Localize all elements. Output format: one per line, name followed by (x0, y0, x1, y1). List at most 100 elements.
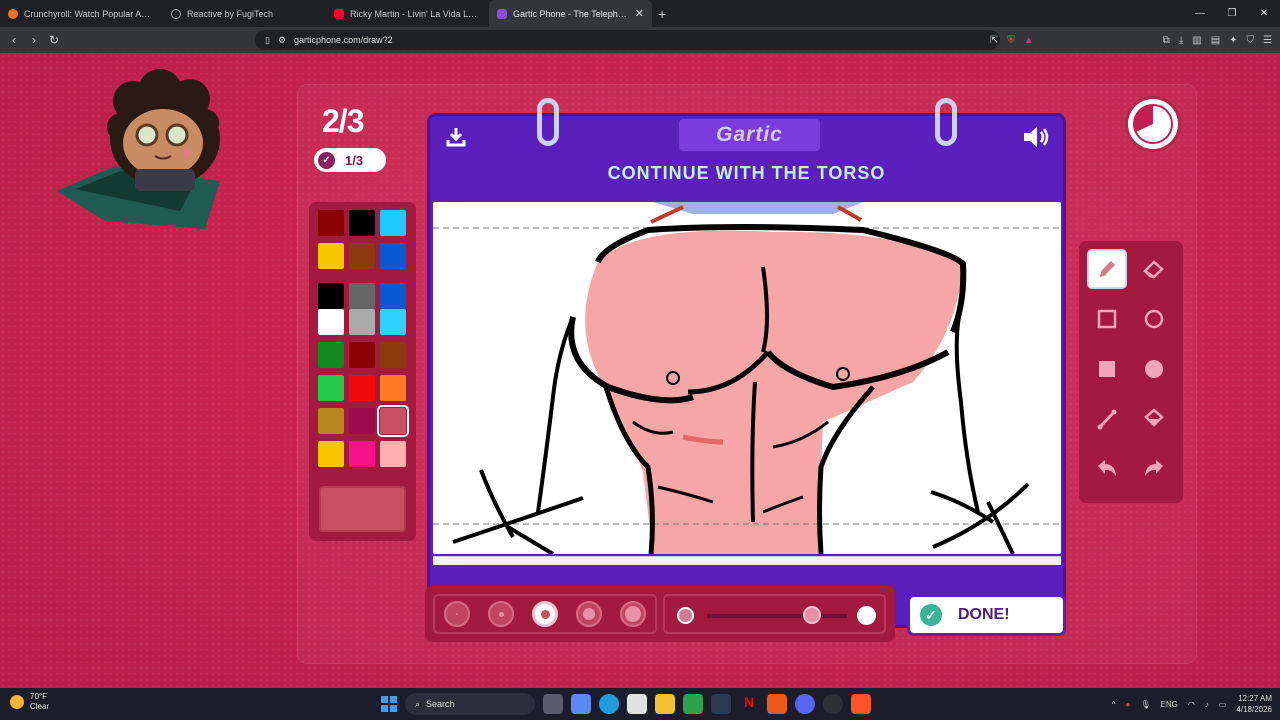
line-icon[interactable] (1087, 399, 1127, 439)
back-icon[interactable]: ‹ (4, 33, 24, 47)
tab-youtube[interactable]: Ricky Martin - Livin' La Vida Loca (au (326, 0, 489, 27)
rewards-icon[interactable]: ▲ (1024, 35, 1034, 46)
color-swatch[interactable] (377, 405, 409, 437)
color-swatch[interactable] (380, 309, 406, 335)
address-bar[interactable]: ▯ ⚙ garticphone.com/draw?2 (255, 30, 1000, 50)
current-color-preview[interactable] (319, 486, 406, 532)
brave-shield-icon[interactable]: ⛨ (1007, 35, 1015, 46)
color-swatch[interactable] (380, 210, 406, 236)
microphone-icon[interactable]: 🎙 (1140, 700, 1150, 709)
brush-size-4[interactable] (576, 601, 602, 627)
extensions-icon[interactable]: ⧉ (1163, 35, 1170, 46)
maximize-icon[interactable]: ❐ (1216, 0, 1248, 27)
opacity-slider[interactable] (663, 594, 886, 634)
pencil-icon[interactable] (1087, 249, 1127, 289)
color-swatch[interactable] (349, 375, 375, 401)
opacity-track[interactable] (707, 614, 847, 618)
color-swatch[interactable] (318, 243, 344, 269)
close-tab-icon[interactable]: ✕ (635, 7, 644, 20)
close-window-icon[interactable]: ✕ (1248, 0, 1280, 27)
download-icon[interactable]: ⤓ (1179, 35, 1183, 46)
color-swatch[interactable] (380, 243, 406, 269)
site-info-icon[interactable]: ⚙ (278, 35, 286, 46)
color-swatch[interactable] (349, 342, 375, 368)
new-tab-icon[interactable]: + (658, 6, 666, 22)
discord-icon[interactable] (795, 694, 815, 714)
undo-icon[interactable] (1087, 449, 1127, 489)
color-swatch[interactable] (380, 375, 406, 401)
task-view-icon[interactable] (543, 694, 563, 714)
reload-icon[interactable]: ↻ (44, 33, 64, 47)
color-swatch[interactable] (349, 210, 375, 236)
search-icon: ⌕ (415, 698, 421, 709)
vpn-icon[interactable]: ⛉ (1247, 35, 1255, 46)
color-swatch[interactable] (349, 243, 375, 269)
color-swatch[interactable] (318, 210, 344, 236)
app-orange-icon[interactable] (767, 694, 787, 714)
fill-bucket-icon[interactable] (1134, 399, 1174, 439)
rectangle-outline-icon[interactable] (1087, 299, 1127, 339)
brush-size-5[interactable] (620, 601, 646, 627)
tray-app-icon[interactable]: ● (1126, 700, 1131, 709)
color-swatch[interactable] (318, 441, 344, 467)
color-swatch[interactable] (380, 441, 406, 467)
drawing-canvas[interactable] (433, 202, 1061, 554)
forward-icon[interactable]: › (24, 33, 44, 47)
download-drawing-icon[interactable] (445, 126, 467, 148)
rectangle-fill-icon[interactable] (1087, 349, 1127, 389)
sidebar-icon[interactable]: ▥ (1192, 35, 1201, 46)
tab-crunchyroll[interactable]: Crunchyroll: Watch Popular Anime, Pl (0, 0, 163, 27)
color-swatch[interactable] (318, 375, 344, 401)
color-swatch[interactable] (349, 408, 375, 434)
color-swatch[interactable] (349, 283, 375, 309)
card-header: Gartic CONTINUE WITH THE TORSO (430, 98, 1063, 196)
weather-widget[interactable]: 70°F Clear (10, 692, 49, 712)
volume-icon[interactable]: ♪ (1205, 700, 1209, 709)
done-button[interactable]: ✓ DONE! (907, 594, 1066, 636)
windows-start-icon[interactable] (381, 696, 397, 712)
check-icon: ✓ (318, 151, 335, 169)
brush-size-1[interactable] (444, 601, 470, 627)
edge-icon[interactable] (599, 694, 619, 714)
menu-icon[interactable]: ☰ (1263, 35, 1272, 46)
wallet-icon[interactable]: ▤ (1211, 35, 1220, 46)
color-swatch[interactable] (380, 283, 406, 309)
share-icon[interactable]: ⇱ (990, 35, 998, 46)
color-swatch[interactable] (318, 309, 344, 335)
browser-toolbar: ‹ › ↻ ▯ ⚙ garticphone.com/draw?2 ⇱ ⛨ ▲ ⧉… (0, 27, 1280, 53)
eraser-icon[interactable] (1134, 249, 1174, 289)
wifi-icon[interactable]: ◠ (1188, 700, 1195, 709)
brush-size-2[interactable] (488, 601, 514, 627)
color-swatch[interactable] (349, 441, 375, 467)
language-indicator[interactable]: ENG (1161, 700, 1178, 709)
color-swatch[interactable] (349, 309, 375, 335)
sound-icon[interactable] (1022, 125, 1050, 149)
tab-gartic[interactable]: Gartic Phone - The Telephone Ga ✕ (489, 0, 652, 27)
color-swatch[interactable] (318, 408, 344, 434)
bookmark-icon[interactable]: ▯ (265, 35, 270, 46)
color-swatch[interactable] (318, 283, 344, 309)
file-explorer-icon[interactable] (655, 694, 675, 714)
store-icon[interactable] (627, 694, 647, 714)
copilot-icon[interactable] (571, 694, 591, 714)
tab-reactive[interactable]: Reactive by FugiTech (163, 0, 326, 27)
netflix-icon[interactable]: N (739, 694, 759, 714)
battery-icon[interactable]: ▭ (1219, 700, 1227, 709)
terminal-icon[interactable] (711, 694, 731, 714)
brush-size-3[interactable] (532, 601, 558, 627)
opacity-thumb[interactable] (803, 606, 821, 624)
circle-fill-icon[interactable] (1134, 349, 1174, 389)
clock[interactable]: 12:27 AM 4/18/2026 (1236, 693, 1272, 715)
tray-expand-icon[interactable]: ^ (1112, 700, 1116, 709)
xbox-icon[interactable] (683, 694, 703, 714)
color-swatch[interactable] (380, 342, 406, 368)
minimize-icon[interactable]: — (1184, 0, 1216, 27)
leo-icon[interactable]: ✦ (1229, 35, 1237, 46)
color-swatch[interactable] (318, 342, 344, 368)
obs-icon[interactable] (823, 694, 843, 714)
redo-icon[interactable] (1134, 449, 1174, 489)
timer-icon (1128, 99, 1178, 149)
circle-outline-icon[interactable] (1134, 299, 1174, 339)
taskbar-search[interactable]: ⌕ Search (405, 693, 535, 715)
brave-icon[interactable] (851, 694, 871, 714)
